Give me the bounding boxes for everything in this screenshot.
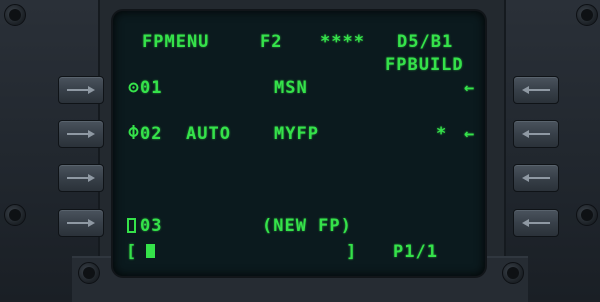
status-stars: **** bbox=[320, 32, 365, 52]
screw-icon bbox=[4, 4, 26, 26]
mode-label: D5/B1 bbox=[397, 32, 454, 52]
circle-crosshair-icon bbox=[128, 125, 139, 139]
screw-icon bbox=[502, 262, 524, 284]
arrow-right-icon bbox=[67, 219, 95, 227]
scratchpad-open-bracket: [ bbox=[126, 242, 138, 262]
lsk-left-2-button[interactable] bbox=[58, 120, 104, 148]
flight-plan-index: 01 bbox=[140, 78, 163, 98]
arrow-left-icon bbox=[522, 174, 550, 182]
select-arrow-icon: ← bbox=[464, 124, 476, 144]
lsk-left-4-button[interactable] bbox=[58, 209, 104, 237]
page-title: FPMENU bbox=[142, 32, 210, 52]
lsk-left-1-button[interactable] bbox=[58, 76, 104, 104]
flight-plan-index: 03 bbox=[140, 216, 163, 236]
active-star-icon: * bbox=[436, 124, 448, 144]
page-indicator: P1/1 bbox=[393, 242, 438, 262]
arrow-right-icon bbox=[67, 86, 95, 94]
lsk-right-3-button[interactable] bbox=[513, 164, 559, 192]
scratchpad-cursor bbox=[146, 244, 155, 258]
arrow-right-icon bbox=[67, 174, 95, 182]
arrow-left-icon bbox=[522, 130, 550, 138]
screw-icon bbox=[78, 262, 100, 284]
flight-plan-name[interactable]: MSN bbox=[274, 78, 308, 98]
screw-icon bbox=[4, 204, 26, 226]
lsk-right-2-button[interactable] bbox=[513, 120, 559, 148]
page-subtitle: FPBUILD bbox=[385, 55, 464, 75]
scratchpad-close-bracket: ] bbox=[346, 242, 358, 262]
lsk-left-3-button[interactable] bbox=[58, 164, 104, 192]
lsk-right-1-button[interactable] bbox=[513, 76, 559, 104]
circle-dot-icon bbox=[128, 82, 139, 93]
flight-plan-index: 02 bbox=[140, 124, 163, 144]
arrow-left-icon bbox=[522, 219, 550, 227]
flight-plan-mode: AUTO bbox=[186, 124, 231, 144]
screw-icon bbox=[576, 4, 598, 26]
lsk-right-4-button[interactable] bbox=[513, 209, 559, 237]
new-flight-plan-label[interactable]: (NEW FP) bbox=[262, 216, 352, 236]
arrow-right-icon bbox=[67, 130, 95, 138]
arrow-left-icon bbox=[522, 86, 550, 94]
screw-icon bbox=[576, 204, 598, 226]
rectangle-icon bbox=[127, 218, 136, 233]
page-key-label: F2 bbox=[260, 32, 283, 52]
flight-plan-name[interactable]: MYFP bbox=[274, 124, 319, 144]
select-arrow-icon: ← bbox=[464, 78, 476, 98]
